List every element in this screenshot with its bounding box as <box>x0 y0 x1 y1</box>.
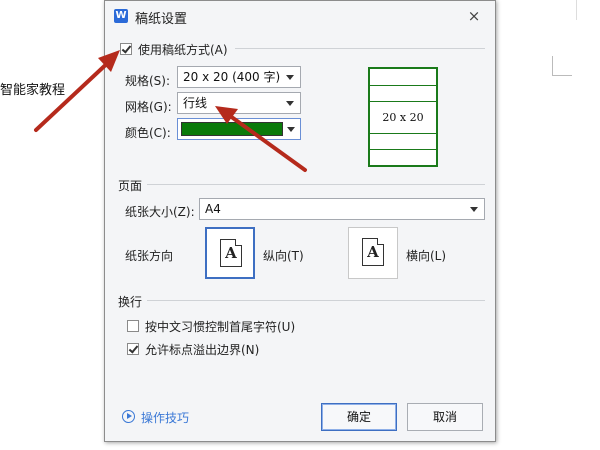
wps-app-icon: W <box>114 9 128 23</box>
punctuation-overflow-label[interactable]: 允许标点溢出边界(N) <box>145 341 259 358</box>
preview-row-line <box>370 85 436 86</box>
chinese-habit-label[interactable]: 按中文习惯控制首尾字符(U) <box>145 318 295 335</box>
spec-label: 规格(S): <box>125 74 171 88</box>
use-grid-label[interactable]: 使用稿纸方式(A) <box>138 41 228 58</box>
divider <box>147 300 485 301</box>
grid-value: 行线 <box>183 96 208 110</box>
manuscript-settings-dialog: W 稿纸设置 × 使用稿纸方式(A) 规格(S): 20 x 20 (400 字… <box>104 0 496 442</box>
orientation-label: 纸张方向 <box>125 249 174 263</box>
grid-select[interactable]: 行线 <box>177 92 301 114</box>
divider <box>235 48 485 49</box>
landscape-page-icon: A <box>362 238 384 266</box>
paper-size-value: A4 <box>205 202 221 216</box>
page-edge-line <box>576 0 577 20</box>
grid-label: 网格(G): <box>125 100 172 114</box>
portrait-page-icon: A <box>220 239 242 267</box>
page-section-title: 页面 <box>118 179 143 193</box>
page-letter: A <box>367 243 379 261</box>
color-swatch <box>181 122 283 136</box>
title-bar: W 稿纸设置 × <box>105 1 495 31</box>
close-icon[interactable]: × <box>461 5 487 27</box>
ok-button[interactable]: 确定 <box>321 403 397 431</box>
chevron-down-icon <box>286 101 294 106</box>
chevron-down-icon <box>470 207 478 212</box>
spec-select[interactable]: 20 x 20 (400 字) <box>177 66 301 88</box>
preview-row-line <box>370 149 436 150</box>
use-grid-checkbox[interactable] <box>120 43 132 55</box>
preview-row-line <box>370 101 436 102</box>
preview-row-line <box>370 133 436 134</box>
tips-link[interactable]: 操作技巧 <box>141 409 189 426</box>
paper-size-label: 纸张大小(Z): <box>125 205 195 219</box>
background-text: 智能家教程 <box>0 83 66 98</box>
portrait-option[interactable]: A <box>205 227 255 279</box>
cancel-button[interactable]: 取消 <box>407 403 483 431</box>
chinese-habit-checkbox[interactable] <box>127 320 139 332</box>
color-label: 颜色(C): <box>125 126 171 140</box>
chevron-down-icon <box>287 127 295 132</box>
preview-label: 20 x 20 <box>382 111 424 124</box>
page-letter: A <box>225 244 237 262</box>
wrap-section-title: 换行 <box>118 295 143 309</box>
chevron-down-icon <box>286 75 294 80</box>
dialog-title: 稿纸设置 <box>135 12 188 27</box>
paper-size-select[interactable]: A4 <box>199 198 485 220</box>
spec-value: 20 x 20 (400 字) <box>183 70 281 84</box>
portrait-label[interactable]: 纵向(T) <box>263 247 304 264</box>
landscape-label[interactable]: 横向(L) <box>406 247 446 264</box>
landscape-option[interactable]: A <box>348 227 398 279</box>
punctuation-overflow-checkbox[interactable] <box>127 343 139 355</box>
page-corner-mark <box>552 56 572 76</box>
play-circle-icon[interactable] <box>122 410 135 423</box>
color-select[interactable] <box>177 118 301 140</box>
grid-preview: 20 x 20 <box>368 67 438 167</box>
divider <box>147 184 485 185</box>
